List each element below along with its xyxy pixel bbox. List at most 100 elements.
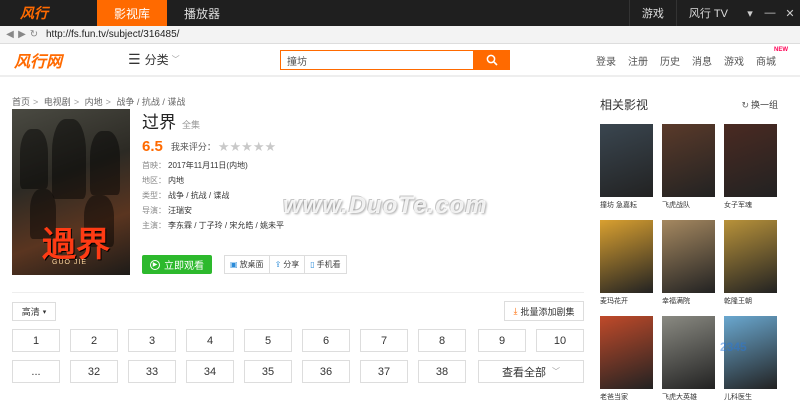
- share-button[interactable]: ⇪ 分享: [270, 256, 306, 273]
- related-title[interactable]: 飞虎战队: [662, 200, 715, 210]
- play-icon: ▶: [150, 259, 160, 270]
- chevron-down-icon: ﹀: [552, 367, 560, 376]
- episode-button[interactable]: 34: [186, 360, 234, 383]
- related-thumbnail[interactable]: [724, 124, 777, 197]
- episode-button[interactable]: 32: [70, 360, 118, 383]
- show-info: 过界 全集 6.5 我来评分： ★★★★★ 首映： 2017年11月11日(内地)…: [142, 108, 284, 233]
- related-title[interactable]: 幸福满院: [662, 296, 715, 306]
- episode-button[interactable]: 7: [360, 329, 408, 352]
- back-icon[interactable]: ◀: [4, 29, 16, 40]
- breadcrumb: 首页 > 电视剧 > 内地 > 战争 / 抗战 / 谍战: [12, 97, 186, 107]
- login-link[interactable]: 登录: [590, 53, 622, 68]
- episode-button[interactable]: 5: [244, 329, 292, 352]
- watch-now-button[interactable]: ▶ 立即观看: [142, 255, 212, 274]
- poster-figure: [90, 131, 120, 195]
- related-title[interactable]: 女子军魂: [724, 200, 777, 210]
- related-title[interactable]: 麦玛花开: [600, 296, 653, 306]
- meta-genre[interactable]: 战争 / 抗战 / 谍战: [168, 191, 229, 200]
- poster-figure: [52, 119, 86, 199]
- meta-key: 主演：: [142, 221, 166, 230]
- poster-subtitle: GUO JIE: [52, 259, 88, 266]
- share-label: 分享: [283, 260, 300, 269]
- breadcrumb-region[interactable]: 内地: [85, 97, 103, 107]
- games-link[interactable]: 游戏: [718, 53, 750, 68]
- refresh-label: 换一组: [750, 100, 778, 110]
- related-thumbnail[interactable]: [724, 220, 777, 293]
- related-thumbnail[interactable]: [662, 316, 715, 389]
- category-label: 分类: [144, 53, 169, 67]
- minimize-icon[interactable]: —: [760, 7, 780, 19]
- related-item[interactable]: 飞虎战队: [662, 124, 715, 210]
- refresh-icon[interactable]: ↻: [28, 29, 40, 40]
- breadcrumb-genre[interactable]: 战争 / 抗战 / 谍战: [116, 97, 185, 107]
- menu-dropdown-icon[interactable]: ▾: [740, 7, 760, 20]
- register-link[interactable]: 注册: [622, 53, 654, 68]
- episode-button[interactable]: 8: [418, 329, 466, 352]
- episode-button[interactable]: 37: [360, 360, 408, 383]
- related-thumbnail[interactable]: [662, 124, 715, 197]
- episode-button[interactable]: 6: [302, 329, 350, 352]
- store-link[interactable]: 商城: [750, 53, 782, 68]
- tab-player[interactable]: 播放器: [167, 0, 237, 26]
- related-title[interactable]: 儿科医生: [724, 392, 777, 402]
- history-menu[interactable]: 历史: [654, 53, 686, 68]
- quality-select[interactable]: 高清 ▾: [12, 302, 56, 321]
- related-title[interactable]: 老爸当家: [600, 392, 653, 402]
- category-menu[interactable]: ☰ 分类 ﹀: [128, 51, 180, 68]
- tab-library[interactable]: 影视库: [97, 0, 168, 26]
- refresh-related-button[interactable]: ↻ 换一组: [741, 98, 778, 111]
- close-icon[interactable]: ✕: [780, 7, 800, 20]
- related-title[interactable]: 乾隆王朝: [724, 296, 777, 306]
- meta-key: 类型：: [142, 191, 166, 200]
- episode-button[interactable]: ...: [12, 360, 60, 383]
- related-item[interactable]: 麦玛花开: [600, 220, 653, 306]
- episode-button[interactable]: 36: [302, 360, 350, 383]
- episode-button[interactable]: 4: [186, 329, 234, 352]
- meta-cast[interactable]: 李东霖 / 丁子玲 / 宋允皓 / 姚未平: [168, 221, 284, 230]
- search-input[interactable]: [280, 50, 474, 70]
- episode-button[interactable]: 3: [128, 329, 176, 352]
- related-item[interactable]: 撞坊 急嘉耘: [600, 124, 653, 210]
- related-item[interactable]: 乾隆王朝: [724, 220, 777, 306]
- related-title[interactable]: 撞坊 急嘉耘: [600, 200, 653, 210]
- related-item[interactable]: 老爸当家: [600, 316, 653, 402]
- episode-button[interactable]: 10: [536, 329, 584, 352]
- episode-button[interactable]: 9: [478, 329, 526, 352]
- related-thumbnail[interactable]: [600, 316, 653, 389]
- show-poster[interactable]: 過界 GUO JIE: [12, 109, 130, 275]
- related-thumbnail[interactable]: [600, 124, 653, 197]
- related-item[interactable]: 幸福满院: [662, 220, 715, 306]
- site-logo[interactable]: 风行网: [14, 48, 102, 72]
- url-text[interactable]: http://fs.fun.tv/subject/316485/: [46, 29, 179, 40]
- related-item[interactable]: 儿科医生: [724, 316, 777, 402]
- show-title: 过界: [142, 113, 176, 132]
- rating-stars[interactable]: ★★★★★: [218, 139, 276, 155]
- search-button[interactable]: [473, 50, 510, 70]
- meta-director[interactable]: 汪瑞安: [168, 206, 192, 215]
- related-thumbnail[interactable]: [662, 220, 715, 293]
- episode-button[interactable]: 38: [418, 360, 466, 383]
- full-series-tag: 全集: [182, 120, 201, 130]
- breadcrumb-home[interactable]: 首页: [12, 97, 30, 107]
- caret-down-icon: ▾: [42, 308, 47, 316]
- related-item[interactable]: 女子军魂: [724, 124, 777, 210]
- episode-button[interactable]: 35: [244, 360, 292, 383]
- my-rating-label: 我来评分：: [170, 142, 216, 152]
- titlebar-games-link[interactable]: 游戏: [628, 0, 676, 26]
- related-thumbnail[interactable]: [600, 220, 653, 293]
- messages-menu[interactable]: 消息: [686, 53, 718, 68]
- batch-add-button[interactable]: ⤓ 批量添加剧集: [504, 301, 584, 321]
- mobile-watch-button[interactable]: ▯ 手机看: [305, 256, 345, 273]
- view-all-button[interactable]: 查看全部 ﹀: [478, 360, 584, 383]
- add-desktop-button[interactable]: ▣ 放桌面: [225, 256, 270, 273]
- related-title[interactable]: 飞虎大英雄: [662, 392, 715, 402]
- titlebar-tv-link[interactable]: 风行 TV: [675, 0, 740, 26]
- episode-button[interactable]: 2: [70, 329, 118, 352]
- address-bar: ◀ ▶ ↻ http://fs.fun.tv/subject/316485/: [0, 26, 800, 44]
- breadcrumb-tv[interactable]: 电视剧: [44, 97, 71, 107]
- episode-button[interactable]: 33: [128, 360, 176, 383]
- forward-icon[interactable]: ▶: [16, 29, 28, 40]
- watermark: www.DuoTe.com: [283, 192, 488, 219]
- related-item[interactable]: 飞虎大英雄: [662, 316, 715, 402]
- episode-button[interactable]: 1: [12, 329, 60, 352]
